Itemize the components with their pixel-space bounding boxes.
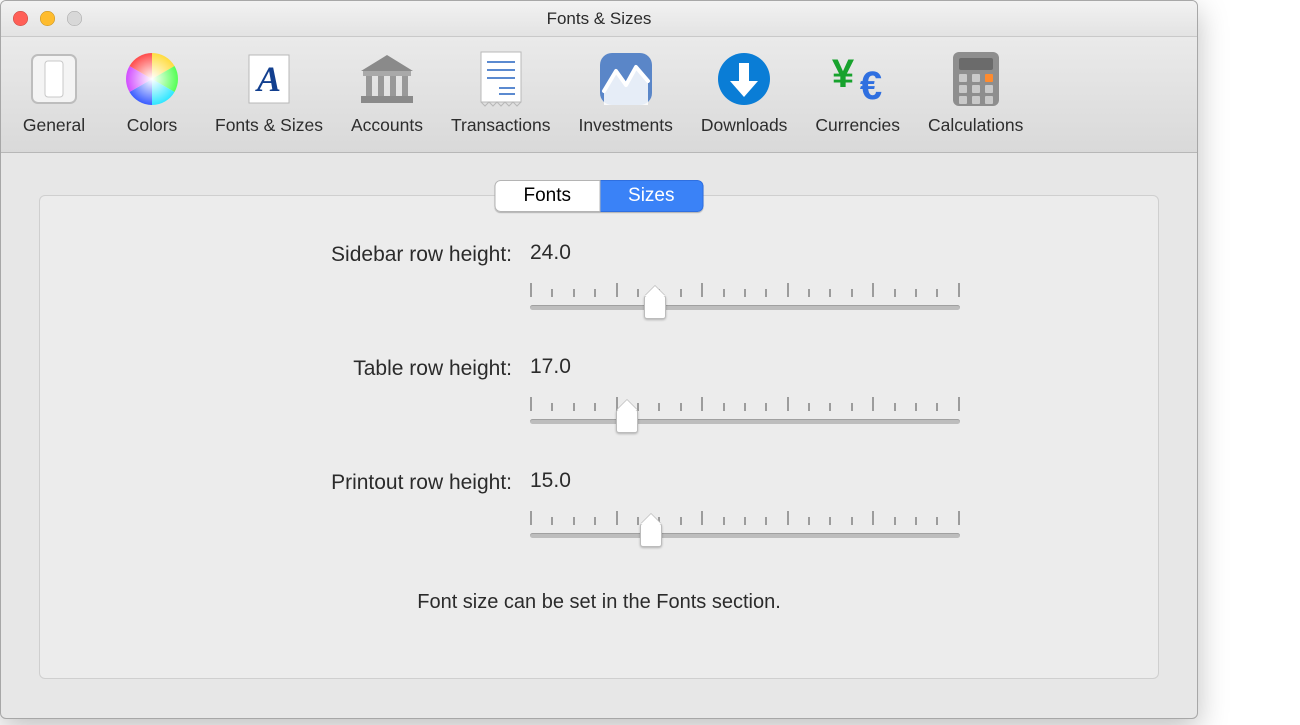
tab-sizes[interactable]: Sizes bbox=[600, 180, 703, 212]
tab-fonts[interactable]: Fonts bbox=[495, 180, 601, 212]
preferences-toolbar: General bbox=[1, 37, 1197, 153]
toolbar-item-calculations[interactable]: Calculations bbox=[920, 43, 1031, 140]
toolbar-label: Investments bbox=[578, 115, 672, 136]
slider-ticks bbox=[530, 511, 960, 529]
printout-row-height-label: Printout row height: bbox=[40, 469, 530, 495]
printout-row-height-row: Printout row height: 15.0 bbox=[40, 469, 1158, 583]
table-row-height-slider[interactable] bbox=[530, 397, 960, 437]
sidebar-row-height-label: Sidebar row height: bbox=[40, 241, 530, 267]
currency-icon: ¥ € bbox=[823, 47, 893, 111]
window-title: Fonts & Sizes bbox=[547, 9, 652, 29]
printout-row-height-slider[interactable] bbox=[530, 511, 960, 551]
preferences-window: Fonts & Sizes General bbox=[0, 0, 1198, 719]
switch-icon bbox=[19, 47, 89, 111]
font-icon: A bbox=[234, 47, 304, 111]
toolbar-label: Currencies bbox=[815, 115, 900, 136]
table-row-height-value: 17.0 bbox=[530, 355, 960, 379]
slider-thumb[interactable] bbox=[644, 295, 666, 319]
slider-track bbox=[530, 533, 960, 538]
sizes-panel: Fonts Sizes Sidebar row height: 24.0 bbox=[39, 195, 1159, 679]
toolbar-item-transactions[interactable]: Transactions bbox=[443, 43, 559, 140]
svg-text:A: A bbox=[255, 59, 281, 99]
slider-thumb[interactable] bbox=[616, 409, 638, 433]
toolbar-item-colors[interactable]: Colors bbox=[109, 43, 195, 140]
hint-text: Font size can be set in the Fonts sectio… bbox=[40, 591, 1158, 614]
fonts-sizes-tabs: Fonts Sizes bbox=[495, 180, 704, 212]
window-close-button[interactable] bbox=[13, 11, 28, 26]
content-area: Fonts Sizes Sidebar row height: 24.0 bbox=[1, 153, 1197, 709]
download-icon bbox=[709, 47, 779, 111]
toolbar-item-investments[interactable]: Investments bbox=[570, 43, 680, 140]
toolbar-label: Colors bbox=[127, 115, 178, 136]
table-row-height-row: Table row height: 17.0 bbox=[40, 355, 1158, 469]
toolbar-label: Downloads bbox=[701, 115, 788, 136]
sidebar-row-height-row: Sidebar row height: 24.0 bbox=[40, 241, 1158, 355]
receipt-icon bbox=[466, 47, 536, 111]
svg-text:¥: ¥ bbox=[832, 52, 855, 96]
toolbar-item-general[interactable]: General bbox=[11, 43, 97, 140]
chart-icon bbox=[591, 47, 661, 111]
toolbar-label: Accounts bbox=[351, 115, 423, 136]
toolbar-label: Transactions bbox=[451, 115, 551, 136]
sidebar-row-height-value: 24.0 bbox=[530, 241, 960, 265]
calculator-icon bbox=[941, 47, 1011, 111]
window-zoom-button[interactable] bbox=[67, 11, 82, 26]
window-minimize-button[interactable] bbox=[40, 11, 55, 26]
toolbar-item-accounts[interactable]: Accounts bbox=[343, 43, 431, 140]
bank-icon bbox=[352, 47, 422, 111]
toolbar-item-downloads[interactable]: Downloads bbox=[693, 43, 796, 140]
slider-track bbox=[530, 305, 960, 310]
sidebar-row-height-slider[interactable] bbox=[530, 283, 960, 323]
toolbar-label: Calculations bbox=[928, 115, 1023, 136]
toolbar-item-fonts-sizes[interactable]: A Fonts & Sizes bbox=[207, 43, 331, 140]
printout-row-height-value: 15.0 bbox=[530, 469, 960, 493]
toolbar-label: General bbox=[23, 115, 85, 136]
svg-text:€: € bbox=[860, 64, 882, 107]
slider-ticks bbox=[530, 283, 960, 301]
toolbar-label: Fonts & Sizes bbox=[215, 115, 323, 136]
slider-thumb[interactable] bbox=[640, 523, 662, 547]
slider-ticks bbox=[530, 397, 960, 415]
toolbar-item-currencies[interactable]: ¥ € Currencies bbox=[807, 43, 908, 140]
titlebar: Fonts & Sizes bbox=[1, 1, 1197, 37]
color-wheel-icon bbox=[117, 47, 187, 111]
slider-track bbox=[530, 419, 960, 424]
table-row-height-label: Table row height: bbox=[40, 355, 530, 381]
